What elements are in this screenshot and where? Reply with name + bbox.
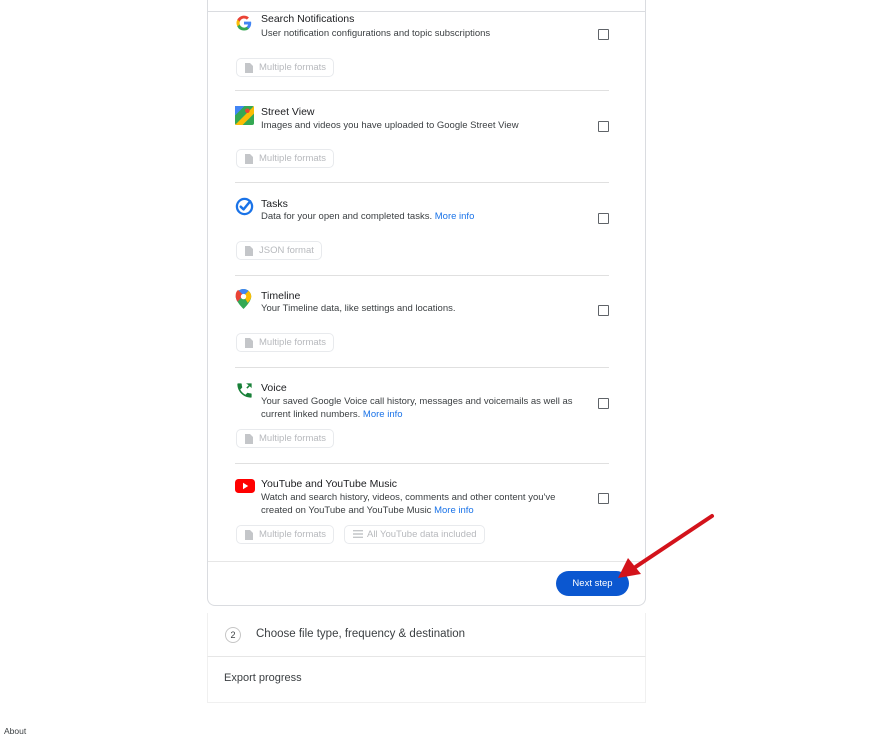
product-divider	[235, 367, 609, 368]
product-divider	[235, 182, 609, 183]
format-chip-label: JSON format	[259, 245, 314, 256]
include-checkbox[interactable]	[598, 398, 609, 409]
include-checkbox[interactable]	[598, 493, 609, 504]
description-text: Images and videos you have uploaded to G…	[261, 120, 519, 131]
format-chip[interactable]: Multiple formats	[236, 525, 335, 544]
description-text: Watch and search history, videos, commen…	[261, 492, 556, 516]
include-checkbox[interactable]	[598, 305, 609, 316]
product-title: YouTube and YouTube Music	[261, 478, 398, 490]
format-chip-label: Multiple formats	[259, 62, 327, 73]
products-card: Search Notifications User notification c…	[207, 0, 646, 606]
format-chip[interactable]: Multiple formats	[236, 333, 335, 352]
product-title: Street View	[261, 106, 315, 118]
street-view-icon	[235, 106, 255, 126]
format-chip[interactable]: Multiple formats	[236, 429, 335, 448]
product-title: Voice	[261, 382, 287, 394]
file-icon	[245, 246, 253, 259]
google-g-icon	[235, 14, 255, 34]
description-text: Your Timeline data, like settings and lo…	[261, 303, 456, 314]
include-checkbox[interactable]	[598, 29, 609, 40]
product-divider	[235, 275, 609, 276]
step-2-label: Choose file type, frequency & destinatio…	[256, 628, 466, 640]
format-chip[interactable]: Multiple formats	[236, 149, 335, 168]
product-description: Your saved Google Voice call history, me…	[261, 395, 579, 421]
list-icon	[353, 530, 363, 541]
youtube-content-chip[interactable]: All YouTube data included	[344, 525, 485, 544]
description-text: Data for your open and completed tasks.	[261, 211, 433, 222]
format-chip[interactable]: Multiple formats	[236, 58, 335, 77]
youtube-icon	[235, 479, 255, 499]
product-divider	[235, 90, 609, 91]
product-divider	[235, 463, 609, 464]
format-chip-label: Multiple formats	[259, 153, 327, 164]
description-text: Your saved Google Voice call history, me…	[261, 396, 573, 420]
product-description: Your Timeline data, like settings and lo…	[261, 302, 579, 315]
product-description: Images and videos you have uploaded to G…	[261, 119, 579, 132]
file-icon	[245, 154, 253, 167]
include-checkbox[interactable]	[598, 121, 609, 132]
product-title: Tasks	[261, 198, 288, 210]
file-icon	[245, 63, 253, 76]
step-2-header[interactable]: 2 Choose file type, frequency & destinat…	[207, 613, 646, 657]
file-icon	[245, 434, 253, 447]
format-chip-label: All YouTube data included	[367, 529, 477, 540]
include-checkbox[interactable]	[598, 213, 609, 224]
product-title: Search Notifications	[261, 13, 355, 25]
voice-phone-icon	[235, 381, 255, 401]
more-info-link[interactable]: More info	[363, 409, 403, 420]
format-chip-label: Multiple formats	[259, 433, 327, 444]
more-info-link[interactable]: More info	[435, 211, 475, 222]
description-text: User notification configurations and top…	[261, 28, 491, 39]
export-progress-label: Export progress	[224, 672, 302, 684]
tasks-icon	[235, 197, 255, 217]
product-description: User notification configurations and top…	[261, 27, 579, 40]
file-icon	[245, 530, 253, 543]
format-chip-label: Multiple formats	[259, 337, 327, 348]
format-chip-label: Multiple formats	[259, 529, 327, 540]
card-top-divider	[208, 11, 645, 12]
product-description: Data for your open and completed tasks. …	[261, 210, 579, 223]
about-link[interactable]: About	[4, 726, 26, 736]
card-footer-divider	[208, 561, 645, 562]
more-info-link[interactable]: More info	[434, 505, 474, 516]
product-description: Watch and search history, videos, commen…	[261, 491, 579, 517]
export-progress-section: Export progress	[207, 657, 646, 703]
annotation-arrow-icon	[618, 514, 714, 578]
step-number: 2	[225, 627, 241, 643]
file-icon	[245, 338, 253, 351]
maps-pin-icon	[235, 289, 255, 309]
format-chip[interactable]: JSON format	[236, 241, 322, 260]
product-title: Timeline	[261, 290, 301, 302]
